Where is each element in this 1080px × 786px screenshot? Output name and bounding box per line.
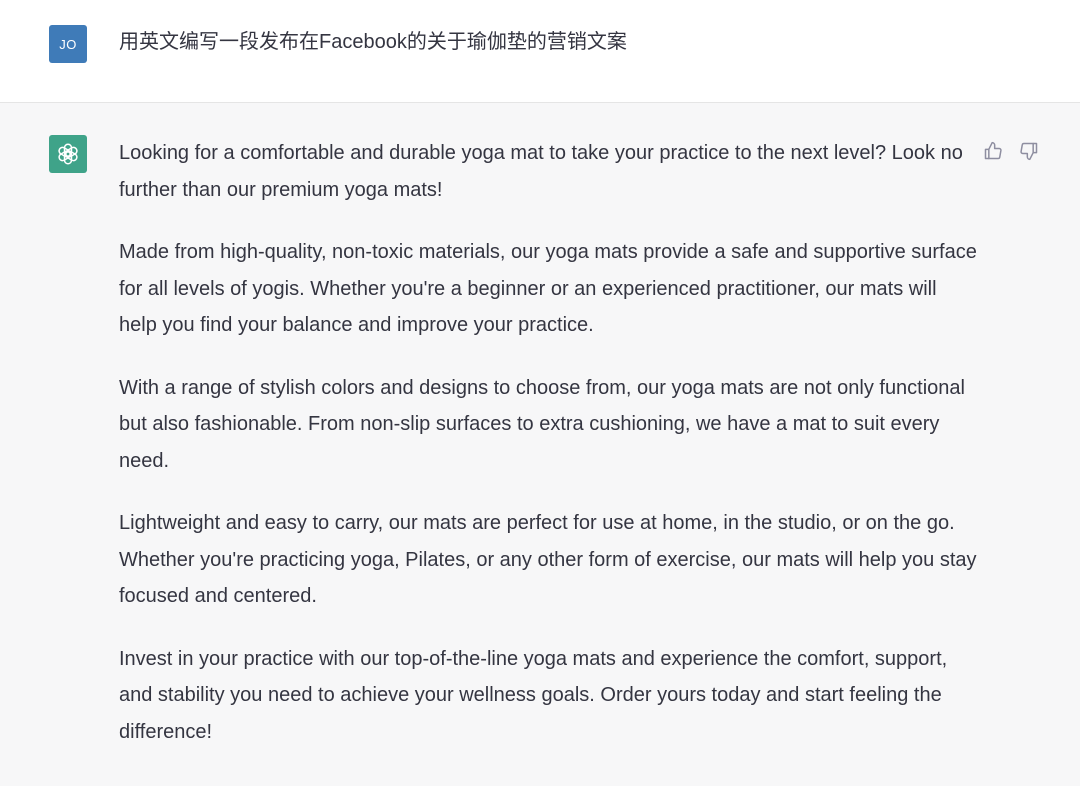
assistant-message-text: Looking for a comfortable and durable yo… — [119, 135, 979, 776]
user-avatar: JO — [49, 25, 87, 63]
thumbs-down-icon — [1020, 142, 1038, 161]
user-message-text: 用英文编写一段发布在Facebook的关于瑜伽垫的营销文案 — [119, 31, 627, 53]
assistant-paragraph: Lightweight and easy to carry, our mats … — [119, 512, 977, 607]
openai-logo-icon — [49, 135, 87, 173]
assistant-paragraph: Looking for a comfortable and durable yo… — [119, 142, 963, 201]
assistant-message-row: Looking for a comfortable and durable yo… — [0, 103, 1080, 786]
thumbs-down-button[interactable] — [1017, 139, 1041, 163]
assistant-paragraph: Made from high-quality, non-toxic materi… — [119, 241, 977, 336]
thumbs-up-button[interactable] — [981, 139, 1005, 163]
assistant-paragraph: Invest in your practice with our top-of-… — [119, 647, 948, 743]
assistant-paragraph: With a range of stylish colors and desig… — [119, 376, 965, 472]
thumbs-up-icon — [984, 141, 1002, 160]
user-message-row: JO 用英文编写一段发布在Facebook的关于瑜伽垫的营销文案 — [0, 0, 1080, 103]
